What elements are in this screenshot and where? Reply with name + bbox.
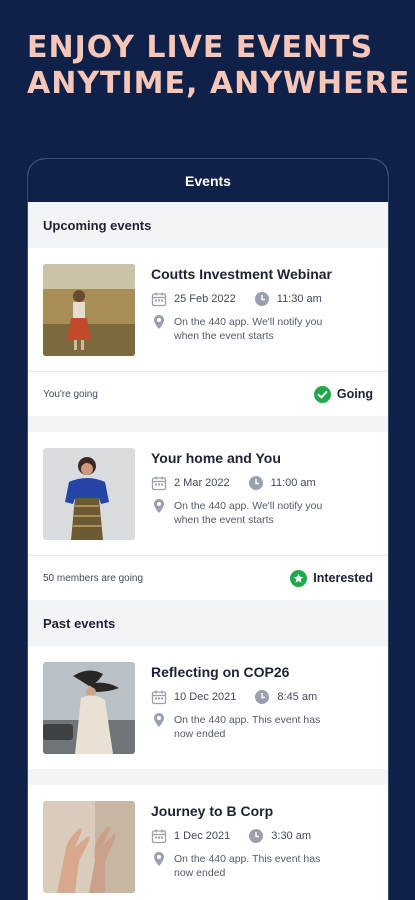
event-card-b-corp[interactable]: Journey to B Corp 1 Dec 2021 3:30 am On … — [28, 785, 388, 900]
event-time: 3:30 am — [271, 830, 312, 842]
page-title: Events — [185, 172, 231, 189]
event-location-line-1: On the 440 app. This event has — [174, 853, 321, 865]
event-card-cop26[interactable]: Reflecting on COP26 10 Dec 2021 8:45 am … — [28, 646, 388, 769]
status-label: Interested — [313, 571, 373, 585]
calendar-icon — [151, 292, 167, 307]
event-time: 8:45 am — [277, 691, 318, 703]
event-location-line-2: now ended — [174, 728, 226, 740]
event-location-line-2: when the event starts — [174, 514, 274, 526]
event-thumbnail — [43, 448, 135, 540]
headline-line-2: ANYTIME, ANYWHERE — [27, 66, 411, 101]
status-label: Going — [336, 387, 373, 401]
event-card-your-home[interactable]: Your home and You 2 Mar 2022 11:00 am On… — [28, 432, 388, 600]
location-pin-icon — [154, 852, 164, 866]
event-location-line-2: when the event starts — [174, 330, 274, 342]
location-pin-icon — [154, 713, 164, 727]
event-time: 11:00 am — [270, 477, 316, 489]
check-circle-icon — [313, 385, 331, 403]
calendar-icon — [151, 690, 167, 705]
event-time: 11:30 am — [276, 293, 322, 305]
events-header: Events — [28, 159, 388, 202]
location-pin-icon — [154, 315, 164, 329]
event-date: 25 Feb 2022 — [174, 293, 236, 305]
phone-screen: Events Upcoming events Coutts Investment… — [27, 158, 389, 900]
going-status-button[interactable]: Going — [313, 385, 373, 403]
event-title: Journey to B Corp — [151, 803, 274, 819]
past-section-title: Past events — [43, 615, 116, 631]
event-title: Your home and You — [151, 450, 281, 466]
event-thumbnail — [43, 264, 135, 356]
clock-icon — [249, 829, 264, 843]
event-date: 10 Dec 2021 — [174, 691, 237, 703]
event-thumbnail — [43, 662, 135, 754]
attendance-text: 50 members are going — [43, 572, 144, 584]
calendar-icon — [151, 476, 167, 491]
event-location-line-1: On the 440 app. We'll notify you — [174, 316, 323, 328]
headline-line-1: ENJOY LIVE EVENTS — [27, 30, 374, 65]
event-location-line-1: On the 440 app. We'll notify you — [174, 500, 323, 512]
clock-icon — [248, 476, 263, 490]
clock-icon — [255, 690, 270, 704]
event-date: 2 Mar 2022 — [174, 477, 230, 489]
event-card-coutts[interactable]: Coutts Investment Webinar 25 Feb 2022 11… — [28, 248, 388, 416]
interested-status-button[interactable]: Interested — [290, 569, 373, 587]
attendance-text: You're going — [43, 388, 98, 400]
clock-icon — [254, 292, 269, 306]
event-date: 1 Dec 2021 — [174, 830, 231, 842]
event-location-line-1: On the 440 app. This event has — [174, 714, 321, 726]
upcoming-section-title: Upcoming events — [43, 217, 152, 233]
event-location-line-2: now ended — [174, 867, 226, 879]
star-circle-icon — [290, 569, 308, 587]
location-pin-icon — [154, 499, 164, 513]
event-title: Coutts Investment Webinar — [151, 266, 332, 282]
event-thumbnail — [43, 801, 135, 893]
event-title: Reflecting on COP26 — [151, 664, 290, 680]
calendar-icon — [151, 829, 167, 844]
promo-headline: ENJOY LIVE EVENTS ANYTIME, ANYWHERE — [27, 30, 411, 102]
